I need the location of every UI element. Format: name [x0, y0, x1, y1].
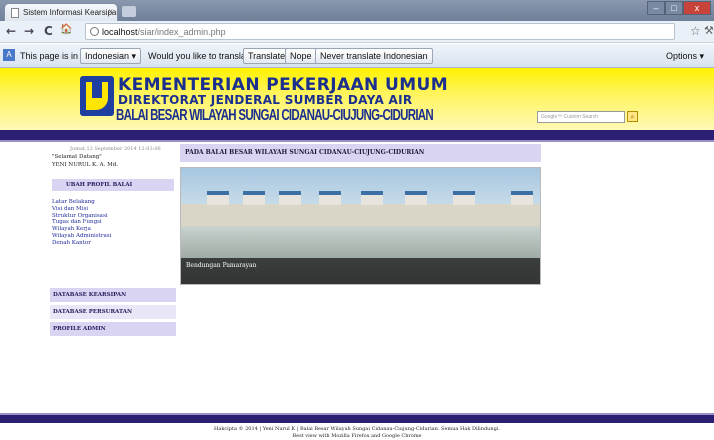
- browser-tab[interactable]: Sistem Informasi Kearsipan ×: [4, 3, 118, 21]
- top-nav-bar: [0, 130, 714, 140]
- maximize-button[interactable]: □: [665, 1, 683, 15]
- translate-icon: A: [3, 49, 15, 61]
- page-icon: [11, 8, 19, 18]
- menu-link[interactable]: Denah Kantor: [52, 240, 111, 247]
- footer-bar: [0, 415, 714, 423]
- bookmark-star-icon[interactable]: ☆: [690, 24, 701, 38]
- translate-button[interactable]: Translate: [243, 48, 291, 64]
- nope-button[interactable]: Nope: [285, 48, 317, 64]
- url-path: /siar/index_admin.php: [137, 27, 226, 37]
- translate-options-button[interactable]: Options ▾: [666, 51, 704, 62]
- copyright-text: Hakcipta © 2014 | Yeni Nurul K | Balai B…: [213, 426, 500, 432]
- browser-toolbar: ← → C 🏠 localhost/siar/index_admin.php ☆…: [0, 21, 714, 43]
- new-tab-button[interactable]: [122, 6, 136, 17]
- translate-prefix: This page is in: [20, 51, 79, 61]
- back-button[interactable]: ←: [6, 24, 16, 38]
- search-icon[interactable]: ⌕: [627, 111, 638, 122]
- menu-link[interactable]: Wilayah Administrasi: [52, 233, 111, 240]
- never-translate-button[interactable]: Never translate Indonesian: [315, 48, 433, 64]
- home-button[interactable]: 🏠: [60, 24, 72, 35]
- database-archive-button[interactable]: DATABASE KEARSIPAN: [50, 288, 176, 302]
- photo-caption: Bendungan Pamarayan: [181, 258, 540, 284]
- ministry-logo: [80, 76, 114, 116]
- user-name: YENI NURUL K. A. Md.: [52, 162, 118, 168]
- menu-link[interactable]: Tugas dan Fungsi: [52, 219, 111, 226]
- content-heading: PADA BALAI BESAR WILAYAH SUNGAI CIDANAU-…: [180, 144, 541, 162]
- menu-link[interactable]: Struktur Organisasi: [52, 213, 111, 220]
- sidebar: Jumat,12 September 2014 12:03:06 "Selama…: [50, 142, 176, 402]
- profile-menu: Latar Belakang Visi dan Misi Struktur Or…: [52, 199, 111, 247]
- custom-search-input[interactable]: Google™ Custom Search: [537, 111, 625, 123]
- url-host: localhost: [102, 27, 138, 37]
- welcome-text: "Selamat Datang": [52, 154, 102, 160]
- close-button[interactable]: x: [683, 1, 711, 15]
- banner-directorate: DIREKTORAT JENDERAL SUMBER DAYA AIR: [118, 93, 413, 107]
- menu-link[interactable]: Visi dan Misi: [52, 206, 111, 213]
- menu-link[interactable]: Wilayah Kerja: [52, 226, 111, 233]
- minimize-button[interactable]: –: [647, 1, 665, 15]
- site-banner: KEMENTERIAN PEKERJAAN UMUM DIREKTORAT JE…: [0, 68, 714, 130]
- reload-button[interactable]: C: [44, 24, 53, 38]
- profile-admin-button[interactable]: PROFILE ADMIN: [50, 322, 176, 336]
- current-datetime: Jumat,12 September 2014 12:03:06: [70, 146, 161, 152]
- banner-ministry: KEMENTERIAN PEKERJAAN UMUM: [118, 75, 449, 95]
- banner-office: BALAI BESAR WILAYAH SUNGAI CIDANAU-CIUJU…: [116, 107, 434, 124]
- dam-photo: Bendungan Pamarayan: [180, 167, 541, 285]
- wrench-icon[interactable]: ⚒: [704, 24, 714, 37]
- tab-close-icon[interactable]: ×: [108, 7, 113, 16]
- edit-profile-button[interactable]: UBAH PROFIL BALAI: [52, 179, 174, 191]
- page-info-icon: [90, 27, 99, 36]
- language-dropdown[interactable]: Indonesian ▾: [80, 48, 142, 64]
- forward-button[interactable]: →: [24, 24, 34, 38]
- browser-titlebar: Sistem Informasi Kearsipan × – □ x: [0, 0, 714, 21]
- window-controls: – □ x: [647, 1, 711, 15]
- menu-link[interactable]: Latar Belakang: [52, 199, 111, 206]
- database-correspondence-button[interactable]: DATABASE PERSURATAN: [50, 305, 176, 319]
- footer: Hakcipta © 2014 | Yeni Nurul K | Balai B…: [0, 423, 714, 440]
- browser-note: Best view with Mozilla Firefox and Googl…: [292, 433, 422, 439]
- address-bar[interactable]: localhost/siar/index_admin.php: [85, 23, 675, 40]
- tab-title: Sistem Informasi Kearsipan: [23, 8, 118, 17]
- translate-bar: A This page is in Indonesian ▾ Would you…: [0, 44, 714, 68]
